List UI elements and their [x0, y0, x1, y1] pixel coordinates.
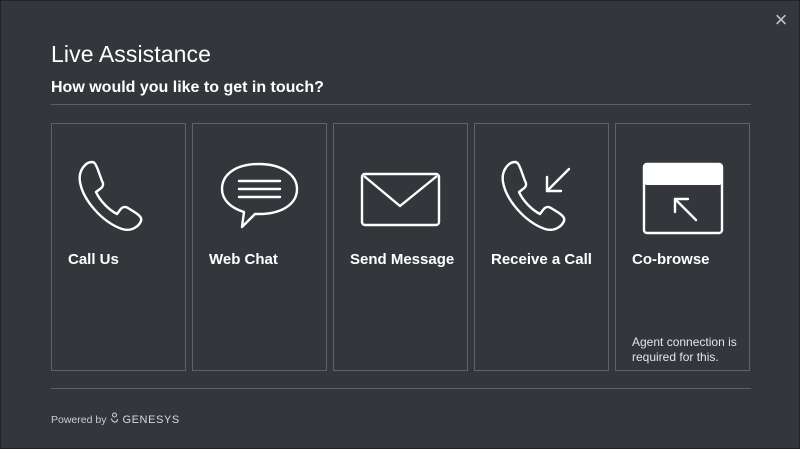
option-note: Agent connection is required for this. [632, 335, 737, 364]
chat-bubble-icon [220, 162, 299, 229]
option-label: Call Us [68, 251, 119, 268]
option-label: Web Chat [209, 251, 278, 268]
option-label: Send Message [350, 251, 455, 268]
powered-by-footer: Powered by GENESYS [51, 412, 180, 427]
divider-top [51, 104, 751, 105]
option-web-chat[interactable]: Web Chat [192, 123, 327, 371]
option-label: Co-browse [632, 251, 710, 268]
option-call-us[interactable]: Call Us [51, 123, 186, 371]
option-send-message[interactable]: Send Message [333, 123, 468, 371]
cobrowse-window-icon [642, 162, 724, 235]
close-icon[interactable]: × [771, 9, 791, 31]
option-co-browse[interactable]: Co-browse Agent connection is required f… [615, 123, 750, 371]
genesys-logo-icon [110, 412, 119, 427]
option-label: Receive a Call [491, 251, 592, 268]
powered-by-text: Powered by [51, 413, 107, 426]
genesys-brand: GENESYS [122, 413, 180, 426]
modal-title: Live Assistance [51, 41, 212, 67]
divider-bottom [51, 388, 751, 389]
option-receive-a-call[interactable]: Receive a Call [474, 123, 609, 371]
phone-icon [78, 160, 143, 231]
live-assistance-modal: × Live Assistance How would you like to … [0, 0, 800, 449]
envelope-icon [360, 172, 441, 227]
incoming-call-icon [501, 160, 571, 231]
modal-subtitle: How would you like to get in touch? [51, 79, 324, 96]
